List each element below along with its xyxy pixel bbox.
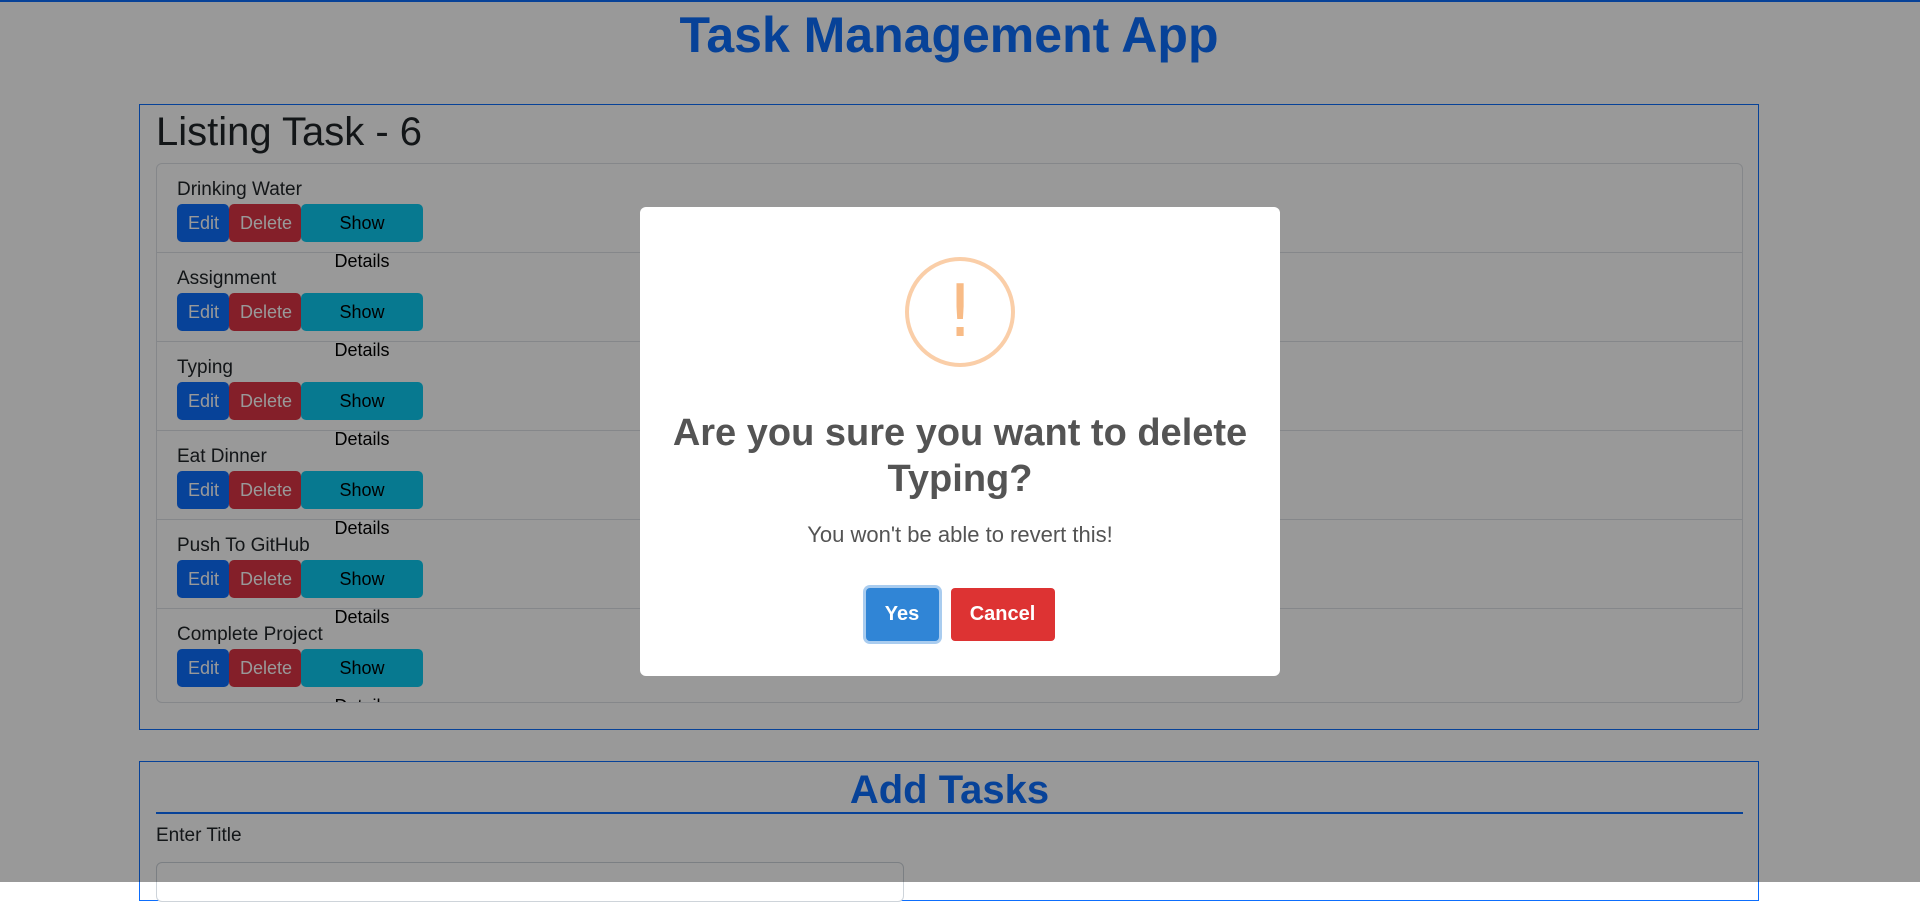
dialog-title: Are you sure you want to delete Typing? [672, 412, 1248, 500]
dialog-actions: Yes Cancel [640, 588, 1280, 641]
confirm-delete-dialog: ! Are you sure you want to delete Typing… [640, 207, 1280, 676]
dialog-text: You won't be able to revert this! [807, 522, 1113, 547]
cancel-button[interactable]: Cancel [950, 588, 1055, 641]
warning-icon: ! [905, 257, 1015, 367]
confirm-yes-button[interactable]: Yes [865, 588, 939, 641]
